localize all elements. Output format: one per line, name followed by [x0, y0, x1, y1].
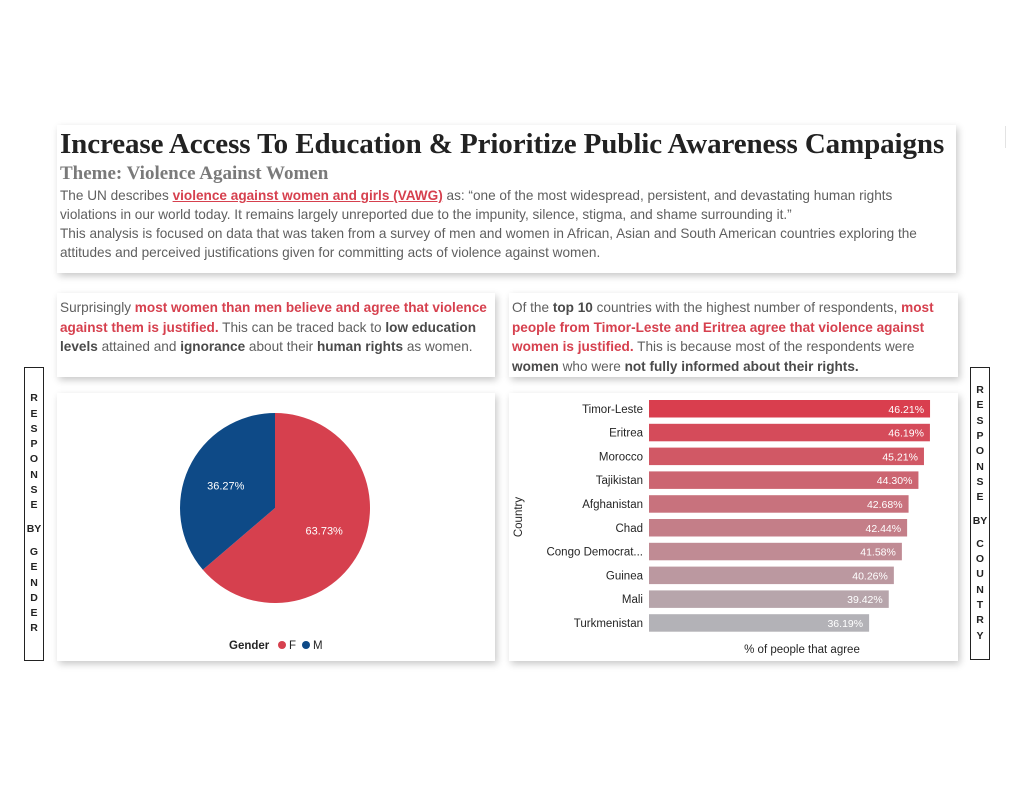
intro-paragraph-2: This analysis is focused on data that wa…: [60, 226, 917, 260]
gender-pie-card: 63.73% 36.27% Gender F M: [57, 393, 495, 661]
side-label-letter: BY: [26, 522, 42, 535]
side-label-letter: E: [30, 561, 38, 574]
gender-insight-text: Surprisingly most women than men believe…: [60, 298, 492, 357]
country-insight-text: Of the top 10 countries with the highest…: [512, 298, 952, 376]
insight-bold: not fully informed about their rights.: [624, 358, 859, 374]
category-label: Eritrea: [609, 428, 643, 440]
bar-data-label: 42.44%: [865, 523, 901, 535]
edge-divider: [1005, 126, 1006, 148]
insight-text: who were: [558, 358, 625, 374]
side-label-letter: C: [976, 537, 984, 550]
insight-bold: women: [512, 358, 559, 374]
side-label-letter: N: [30, 468, 38, 481]
insight-text: attained and: [97, 339, 181, 354]
bar-data-label: 36.19%: [827, 618, 863, 630]
bar-data-label: 42.68%: [867, 499, 903, 511]
category-label: Turkmenistan: [574, 618, 643, 630]
pie-data-label: 63.73%: [306, 526, 344, 538]
insight-text: This is because most of the respondents …: [633, 339, 915, 354]
side-label-letter: N: [976, 583, 984, 596]
category-label: Afghanistan: [582, 499, 643, 511]
insight-text: countries with the highest number of res…: [592, 300, 902, 315]
legend-title: Gender: [229, 640, 270, 652]
insight-bold: top 10: [552, 300, 593, 315]
side-label-letter: E: [30, 499, 38, 512]
insight-text: Of the: [512, 300, 553, 315]
side-label-letter: BY: [972, 514, 988, 527]
bar-data-label: 40.26%: [852, 570, 888, 582]
insight-bold: ignorance: [180, 339, 246, 354]
insight-bold: human rights: [316, 339, 404, 354]
side-label-letter: R: [976, 384, 984, 397]
side-label-letter: S: [30, 484, 38, 497]
side-label-letter: N: [976, 460, 984, 473]
bar-data-label: 39.42%: [847, 594, 883, 606]
bar-data-label: 46.19%: [888, 428, 924, 440]
side-label-letter: U: [976, 568, 984, 581]
insight-text: This can be traced back to: [218, 319, 386, 335]
bar-data-label: 46.21%: [888, 404, 924, 416]
side-label-letter: T: [976, 598, 984, 611]
category-label: Tajikistan: [596, 475, 643, 487]
side-label-letter: S: [976, 414, 984, 427]
side-label-letter: P: [976, 430, 984, 443]
legend-entry[interactable]: M: [313, 640, 323, 652]
side-label-letter: G: [29, 545, 39, 558]
side-label-letter: E: [976, 399, 984, 412]
x-axis-label: % of people that agree: [744, 644, 860, 656]
insight-text: as women.: [403, 339, 473, 354]
side-label-letter: R: [30, 392, 38, 405]
intro-text: The UN describes violence against women …: [60, 186, 952, 262]
side-label-letter: S: [976, 475, 984, 488]
legend-entry[interactable]: F: [289, 640, 296, 652]
country-bar-chart: Timor-Leste 46.21% Eritrea 46.19% Morocco 45.…: [513, 400, 931, 656]
intro-paragraph-1: The UN describes violence against women …: [60, 186, 952, 224]
side-label-letter: E: [30, 407, 38, 420]
side-label-letter: R: [976, 614, 984, 627]
legend-marker-f: [278, 641, 286, 649]
y-axis-label: Country: [513, 497, 525, 538]
pie-data-label: 36.27%: [207, 480, 245, 492]
response-by-country-label: R E S P O N S E BY C O U N T R Y: [970, 367, 990, 660]
intro-prefix: The UN describes: [60, 188, 173, 203]
vawg-link[interactable]: violence against women and girls (VAWG): [173, 188, 443, 203]
category-label: Congo Democrat...: [546, 547, 643, 559]
theme-subtitle: Theme: Violence Against Women: [60, 163, 329, 184]
side-label-letter: O: [29, 453, 39, 466]
response-by-gender-label: R E S P O N S E BY G E N D E R: [24, 367, 44, 661]
bar-data-label: 45.21%: [882, 451, 918, 463]
country-bar-card: Timor-Leste 46.21% Eritrea 46.19% Morocco 45.…: [509, 393, 958, 661]
side-label-letter: Y: [976, 629, 984, 642]
side-label-letter: E: [976, 491, 984, 504]
category-label: Mali: [622, 594, 643, 606]
legend-marker-m: [302, 641, 310, 649]
side-label-letter: P: [30, 438, 38, 451]
side-label-letter: E: [30, 607, 38, 620]
side-label-letter: D: [30, 591, 38, 604]
gender-pie-chart: 63.73% 36.27% Gender F M: [180, 413, 370, 652]
category-label: Timor-Leste: [582, 404, 643, 416]
bar-data-label: 41.58%: [860, 547, 896, 559]
page-title: Increase Access To Education & Prioritiz…: [60, 128, 945, 160]
side-label-letter: R: [30, 622, 38, 635]
gender-insight-card: Surprisingly most women than men believe…: [57, 293, 495, 377]
category-label: Morocco: [599, 451, 643, 463]
header-card: Increase Access To Education & Prioritiz…: [57, 125, 956, 273]
bar-data-label: 44.30%: [877, 475, 913, 487]
side-label-letter: O: [975, 445, 985, 458]
side-label-letter: S: [30, 422, 38, 435]
category-label: Guinea: [606, 570, 644, 582]
side-label-letter: N: [30, 576, 38, 589]
side-label-letter: O: [975, 553, 985, 566]
country-insight-card: Of the top 10 countries with the highest…: [509, 293, 958, 377]
insight-text: Surprisingly: [60, 300, 135, 315]
category-label: Chad: [616, 523, 644, 535]
insight-text: about their: [245, 339, 317, 354]
